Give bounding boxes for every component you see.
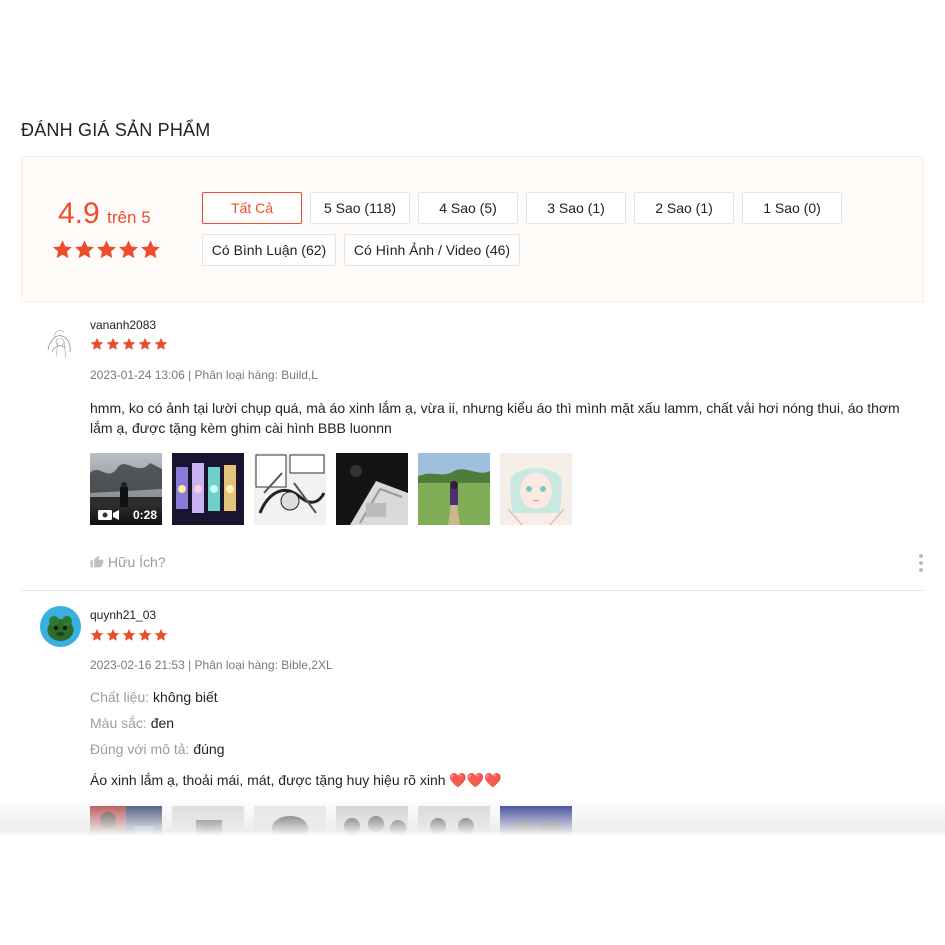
video-duration: 0:28: [132, 508, 157, 522]
star-icon: [106, 337, 120, 350]
review-meta: 2023-01-24 13:06 | Phân loại hàng: Build…: [90, 368, 318, 382]
review-attribute: Chất liệu: không biết: [90, 689, 218, 705]
review-image-thumbnail[interactable]: [172, 453, 244, 525]
review-stars: [90, 337, 168, 351]
review-comment: Áo xinh lắm ạ, thoải mái, mát, được tặng…: [90, 772, 502, 788]
attribute-key: Chất liệu:: [90, 689, 150, 705]
attribute-key: Màu sắc:: [90, 715, 147, 731]
star-icon: [138, 628, 152, 641]
star-icon: [75, 240, 94, 259]
star-icon: [90, 337, 104, 350]
section-title: ĐÁNH GIÁ SẢN PHẨM: [21, 120, 211, 140]
review-video-thumbnail[interactable]: 0:28: [90, 453, 162, 525]
review-image-thumbnail[interactable]: [418, 453, 490, 525]
average-score: 4.9 trên 5: [58, 197, 151, 231]
star-icon: [138, 337, 152, 350]
attribute-value: không biết: [153, 689, 218, 705]
score-out-of: trên 5: [107, 208, 151, 227]
star-icon: [154, 337, 168, 350]
media-gallery: 0:28: [90, 453, 572, 525]
review-attribute: Đúng với mô tả: đúng: [90, 741, 225, 757]
star-icon: [53, 240, 72, 259]
review-attribute: Màu sắc: đen: [90, 715, 174, 731]
filter-with-media-button[interactable]: Có Hình Ảnh / Video (46): [344, 234, 520, 266]
scroll-fade-overlay: [0, 798, 945, 945]
filter-5-star-button[interactable]: 5 Sao (118): [310, 192, 410, 224]
review-image-thumbnail[interactable]: [254, 453, 326, 525]
video-camera-icon: [98, 510, 119, 520]
star-icon: [106, 628, 120, 641]
score-value: 4.9: [58, 197, 100, 230]
review-item: vananh2083 2023-01-24 13:06 | Phân loại …: [21, 312, 924, 591]
attribute-value: đen: [150, 715, 175, 731]
star-icon: [122, 628, 136, 641]
filter-all-button[interactable]: Tất Cả: [202, 192, 302, 224]
avatar[interactable]: [40, 606, 81, 647]
review-stars: [90, 628, 168, 642]
filter-with-comment-button[interactable]: Có Bình Luận (62): [202, 234, 336, 266]
filter-2-star-button[interactable]: 2 Sao (1): [634, 192, 734, 224]
reviewer-username[interactable]: quynh21_03: [90, 608, 156, 622]
attribute-key: Đúng với mô tả:: [90, 741, 190, 757]
more-options-icon[interactable]: [918, 554, 924, 572]
filter-4-star-button[interactable]: 4 Sao (5): [418, 192, 518, 224]
helpful-label: Hữu Ích?: [108, 554, 166, 570]
thumbs-up-icon: [90, 555, 104, 568]
star-icon: [122, 337, 136, 350]
reviewer-username[interactable]: vananh2083: [90, 318, 156, 332]
star-icon: [141, 240, 160, 259]
rating-summary: 4.9 trên 5 Tất Cả 5 Sao (118) 4 Sao (5) …: [21, 156, 924, 302]
star-icon: [97, 240, 116, 259]
avatar[interactable]: [40, 322, 81, 363]
filter-1-star-button[interactable]: 1 Sao (0): [742, 192, 842, 224]
star-icon: [119, 240, 138, 259]
star-icon: [154, 628, 168, 641]
star-icon: [90, 628, 104, 641]
attribute-value: đúng: [193, 741, 225, 757]
summary-stars: [52, 239, 161, 260]
helpful-button[interactable]: Hữu Ích?: [90, 554, 166, 570]
review-meta: 2023-02-16 21:53 | Phân loại hàng: Bible…: [90, 658, 333, 672]
review-image-thumbnail[interactable]: [336, 453, 408, 525]
filter-3-star-button[interactable]: 3 Sao (1): [526, 192, 626, 224]
review-comment: hmm, ko có ảnh tại lười chụp quá, mà áo …: [90, 400, 900, 436]
review-image-thumbnail[interactable]: [500, 453, 572, 525]
